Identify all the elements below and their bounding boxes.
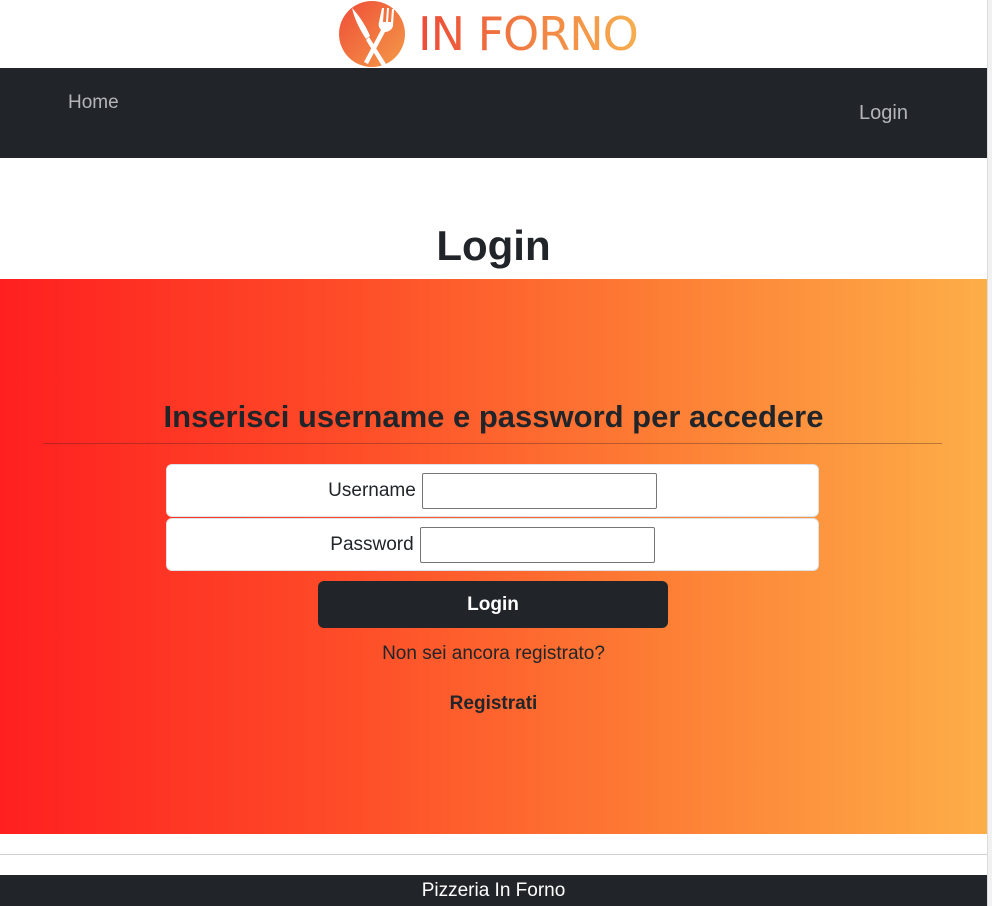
nav-link-login[interactable]: Login	[859, 102, 908, 125]
register-link[interactable]: Registrati	[0, 693, 987, 715]
password-input[interactable]	[419, 526, 655, 563]
footer-divider	[0, 854, 987, 855]
login-submit-button[interactable]: Login	[318, 581, 668, 628]
fork-and-knife-icon	[339, 1, 405, 67]
login-section: Inserisci username e password per accede…	[0, 279, 987, 834]
login-heading: Inserisci username e password per accede…	[163, 399, 824, 434]
page-title: Login	[436, 222, 551, 269]
scrollbar[interactable]	[987, 0, 992, 906]
password-row: Password	[166, 518, 819, 571]
username-label: Username	[328, 479, 416, 501]
page: IN FORNO Home Login Login Inserisci user…	[0, 0, 992, 906]
not-registered-text: Non sei ancora registrato?	[382, 643, 605, 664]
brand-name: IN FORNO	[418, 7, 639, 61]
footer-text: Pizzeria In Forno	[421, 880, 566, 901]
nav-link-home[interactable]: Home	[68, 92, 119, 114]
password-label: Password	[330, 533, 414, 555]
brand-logo[interactable]: IN FORNO	[336, 0, 656, 68]
heading-divider	[43, 443, 942, 444]
username-input[interactable]	[421, 472, 657, 509]
footer: Pizzeria In Forno	[0, 875, 987, 906]
username-row: Username	[166, 464, 819, 517]
top-navbar: Home Login	[0, 68, 987, 158]
